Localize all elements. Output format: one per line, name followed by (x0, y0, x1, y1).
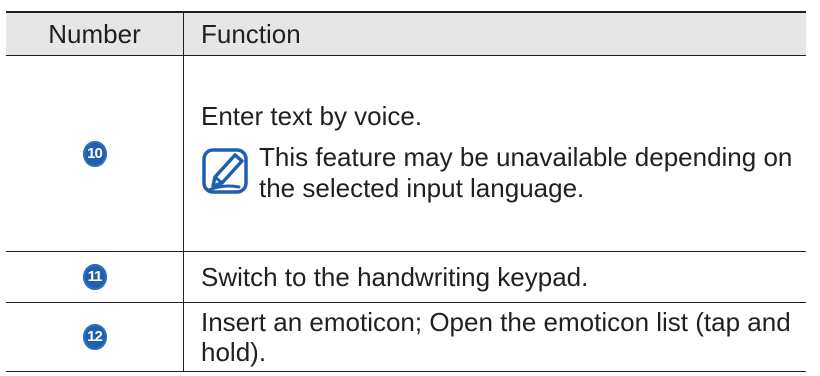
note-block: This feature may be unavailable dependin… (201, 142, 806, 204)
function-cell: Enter text by voice. This feature may be… (183, 55, 806, 252)
number-cell: 11 (6, 251, 184, 303)
table-row: 11 Switch to the handwriting keypad. (6, 251, 806, 303)
number-badge: 12 (82, 324, 107, 350)
column-header-number: Number (6, 12, 184, 56)
number-badge: 11 (82, 264, 107, 290)
note-pencil-icon (202, 148, 248, 194)
number-cell: 10 (6, 55, 184, 252)
function-text: Switch to the handwriting keypad. (183, 251, 806, 303)
number-cell: 12 (6, 302, 184, 372)
number-badge: 10 (82, 140, 107, 167)
table-row: 10 Enter text by voice. This feature may… (6, 55, 806, 252)
function-text: Insert an emoticon; Open the emoticon li… (183, 302, 806, 372)
function-table: Number Function 10 Enter text by voice. … (6, 11, 806, 372)
column-header-function: Function (201, 18, 301, 49)
function-text: Enter text by voice. (201, 101, 423, 131)
note-text: This feature may be unavailable dependin… (259, 142, 793, 203)
table-row: 12 Insert an emoticon; Open the emoticon… (6, 302, 806, 372)
table-header-row: Number Function (6, 12, 806, 56)
